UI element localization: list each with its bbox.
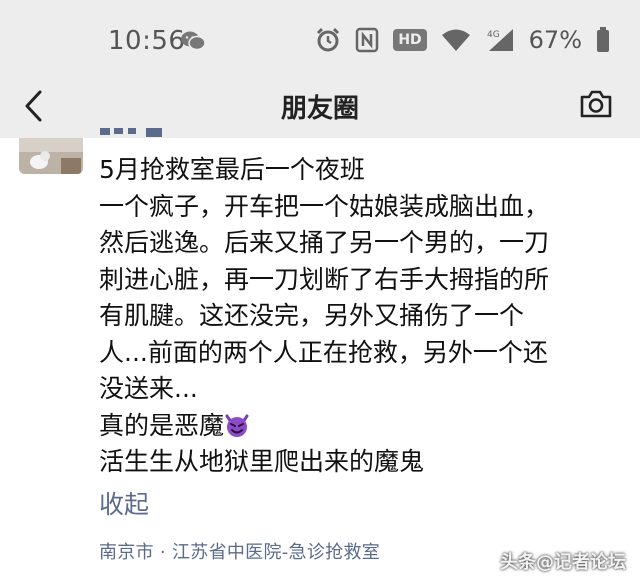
wifi-icon	[441, 29, 470, 51]
alarm-icon	[317, 27, 340, 52]
post-line: 然后逃逸。后来又捅了另一个男的，一刀	[99, 228, 550, 257]
post-line: 一个疯子，开车把一个姑娘装成脑出血，	[99, 191, 550, 221]
post-line: 真的是恶魔	[99, 410, 225, 440]
post-text: 5月抢救室最后一个夜班一个疯子，开车把一个姑娘装成脑出血， 然后逃逸。后来又捅了另…	[99, 152, 609, 481]
smiling-devil-emoji-icon	[225, 414, 249, 437]
status-bar: 10:56 HD 4G 67%	[0, 0, 640, 76]
svg-text:4G: 4G	[487, 30, 500, 40]
post-line: 没送来...	[99, 374, 198, 403]
post-line: 5月抢救室最后一个夜班	[99, 155, 365, 184]
hd-badge: HD	[393, 29, 427, 51]
post-line: 活生生从地狱里爬出来的魔鬼	[99, 447, 425, 476]
wechat-icon	[181, 31, 206, 51]
camera-icon[interactable]	[578, 86, 614, 122]
nfc-icon	[356, 27, 379, 53]
post-line-with-emoji: 真的是恶魔	[99, 408, 609, 445]
collapse-button[interactable]: 收起	[99, 485, 149, 521]
page-title: 朋友圈	[280, 94, 359, 124]
post-line: 刺进心脏，再一刀划断了右手大拇指的所	[99, 264, 550, 294]
battery-percent: 67%	[528, 26, 582, 54]
cellular-signal-icon: 4G	[487, 29, 513, 51]
post-line: 人...前面的两个人正在抢救，另外一个还	[99, 337, 548, 367]
location-link[interactable]: 南京市 · 江苏省中医院-急诊抢救室	[99, 538, 380, 564]
battery-icon	[597, 27, 609, 52]
nav-bar: 朋友圈	[0, 76, 640, 138]
post-line: 有肌腱。这还没完，另外又捅伤了一个	[99, 301, 525, 330]
status-time: 10:56	[108, 26, 186, 56]
username-cropped	[100, 128, 162, 137]
status-icons: HD 4G 67%	[315, 22, 610, 58]
avatar[interactable]	[19, 138, 83, 174]
watermark: 头条@记者论坛	[500, 552, 626, 573]
